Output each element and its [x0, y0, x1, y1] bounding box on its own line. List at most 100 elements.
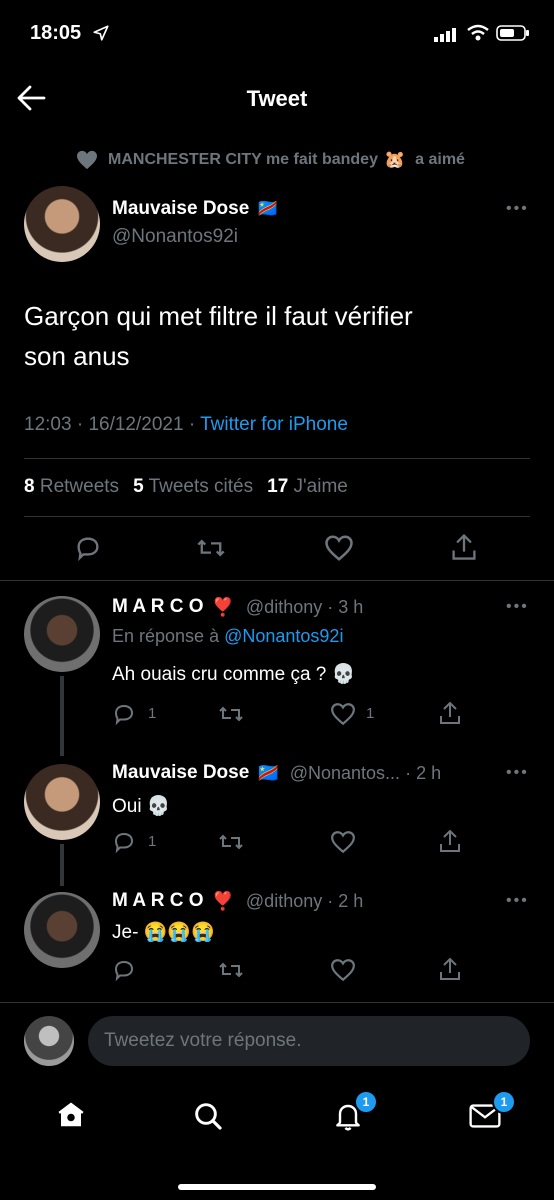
- retweet-icon[interactable]: [218, 958, 244, 987]
- quotes-label: Tweets cités: [148, 476, 254, 497]
- reply-icon[interactable]: [112, 702, 136, 731]
- reply-text-row: Oui 💀: [112, 794, 171, 818]
- reply-time: 2 h: [416, 762, 442, 783]
- reply-author-name[interactable]: M A R C O: [112, 596, 203, 618]
- tweet-date: 16/12/2021: [88, 414, 184, 435]
- reply-author-name[interactable]: M A R C O: [112, 890, 203, 912]
- compose-placeholder: Tweetez votre réponse.: [104, 1030, 302, 1051]
- reply-author-name[interactable]: Mauvaise Dose: [112, 762, 249, 784]
- separator-dot: ·: [322, 596, 339, 617]
- author-handle[interactable]: @Nonantos92i: [112, 226, 238, 248]
- reply-header: Mauvaise Dose 🇨🇩 @Nonantos... · 2 h: [112, 762, 441, 784]
- tweet-text-line-2: son anus: [24, 341, 130, 371]
- wifi-icon: [466, 24, 490, 47]
- separator-dot: ·: [76, 414, 89, 435]
- tweet-text-line-1: Garçon qui met filtre il faut vérifier: [24, 301, 413, 331]
- reply-author-handle[interactable]: @dithony: [246, 891, 322, 912]
- battery-icon: [496, 25, 530, 46]
- reply-to-handle[interactable]: @Nonantos92i: [224, 626, 343, 646]
- search-icon[interactable]: [192, 1100, 224, 1137]
- reply-count: 1: [148, 833, 157, 850]
- divider: [0, 580, 554, 581]
- reply-emoji: 😭😭😭: [143, 922, 215, 943]
- social-context: MANCHESTER CITY me fait bandey 🐹 a aimé: [76, 147, 465, 173]
- reply-text: Oui: [112, 796, 142, 817]
- reply-emoji: 💀: [331, 664, 356, 685]
- social-context-action: a aimé: [415, 151, 465, 168]
- separator-dot: ·: [322, 890, 339, 911]
- like-icon[interactable]: [330, 830, 356, 859]
- divider: [24, 516, 530, 517]
- retweet-icon[interactable]: [196, 534, 226, 567]
- flag-emoji: 🇨🇩: [257, 762, 280, 783]
- social-context-name[interactable]: MANCHESTER CITY me fait bandey: [108, 151, 378, 169]
- avatar[interactable]: [24, 764, 100, 840]
- notifications-badge: 1: [354, 1090, 378, 1114]
- reply-header: M A R C O ❣️ @dithony · 2 h: [112, 890, 363, 912]
- share-icon[interactable]: [438, 956, 462, 987]
- avatar[interactable]: [24, 892, 100, 968]
- reply-text: Je-: [112, 922, 139, 943]
- like-icon[interactable]: [324, 534, 354, 567]
- author-display-name[interactable]: Mauvaise Dose: [112, 198, 249, 220]
- retweets-stat[interactable]: 8 Retweets: [24, 476, 119, 498]
- tab-bar: 1 1: [0, 1080, 554, 1200]
- tweet-source[interactable]: Twitter for iPhone: [200, 414, 348, 435]
- retweet-icon[interactable]: [218, 702, 244, 731]
- retweets-label: Retweets: [39, 476, 120, 497]
- heart-filled-icon: [76, 150, 98, 170]
- like-count: 1: [366, 705, 375, 722]
- reply-count: 1: [148, 705, 157, 722]
- more-options-icon[interactable]: •••: [506, 200, 529, 218]
- home-indicator: [178, 1184, 376, 1190]
- likes-count: 17: [267, 476, 289, 497]
- avatar[interactable]: [24, 1016, 74, 1066]
- more-options-icon[interactable]: •••: [506, 892, 529, 910]
- reply-text-row: Je- 😭😭😭: [112, 920, 215, 944]
- more-options-icon[interactable]: •••: [506, 764, 529, 782]
- avatar[interactable]: [24, 596, 100, 672]
- more-options-icon[interactable]: •••: [506, 598, 529, 616]
- reply-actions: [112, 957, 532, 982]
- retweet-icon[interactable]: [218, 830, 244, 859]
- separator-dot: ·: [400, 762, 417, 783]
- like-icon[interactable]: [330, 958, 356, 987]
- reply-to-line: En réponse à @Nonantos92i: [112, 626, 343, 647]
- tweet-stats: 8 Retweets 5 Tweets cités 17 J'aime: [24, 476, 348, 498]
- reply-time: 2 h: [338, 890, 364, 911]
- reply-author-handle[interactable]: @dithony: [246, 597, 322, 618]
- reply-icon[interactable]: [112, 958, 136, 987]
- author-name-row[interactable]: Mauvaise Dose 🇨🇩: [112, 198, 278, 220]
- reply-icon[interactable]: [112, 830, 136, 859]
- reply-icon[interactable]: [74, 534, 102, 567]
- likes-label: J'aime: [293, 476, 348, 497]
- like-icon[interactable]: [330, 702, 356, 731]
- page-title: Tweet: [246, 86, 308, 111]
- share-icon[interactable]: [438, 700, 462, 731]
- reply-text-row: Ah ouais cru comme ça ? 💀: [112, 662, 355, 686]
- reply-compose-input[interactable]: Tweetez votre réponse.: [88, 1016, 530, 1066]
- tweet-actions: [0, 532, 554, 566]
- avatar[interactable]: [24, 186, 100, 262]
- status-time: 18:05: [30, 22, 82, 44]
- reply-time: 3 h: [338, 596, 364, 617]
- reply-actions: 1 1: [112, 701, 532, 726]
- home-icon[interactable]: [56, 1100, 86, 1135]
- messages-badge: 1: [492, 1090, 516, 1114]
- tweet-time: 12:03: [24, 414, 72, 435]
- share-icon[interactable]: [450, 532, 478, 567]
- quotes-stat[interactable]: 5 Tweets cités: [133, 476, 253, 498]
- separator-dot: ·: [188, 414, 201, 435]
- tweet-text: Garçon qui met filtre il faut vérifier s…: [24, 296, 534, 376]
- reply-to-prefix: En réponse à: [112, 626, 220, 646]
- share-icon[interactable]: [438, 828, 462, 859]
- reply-header: M A R C O ❣️ @dithony · 3 h: [112, 596, 363, 618]
- thread-line: [60, 676, 64, 756]
- signal-icon: [434, 26, 458, 47]
- quotes-count: 5: [133, 476, 144, 497]
- heart-emoji: ❣️: [211, 890, 234, 911]
- reply-emoji: 💀: [146, 796, 171, 817]
- status-bar: 18:05: [0, 0, 554, 60]
- likes-stat[interactable]: 17 J'aime: [267, 476, 348, 498]
- reply-author-handle[interactable]: @Nonantos...: [290, 763, 400, 784]
